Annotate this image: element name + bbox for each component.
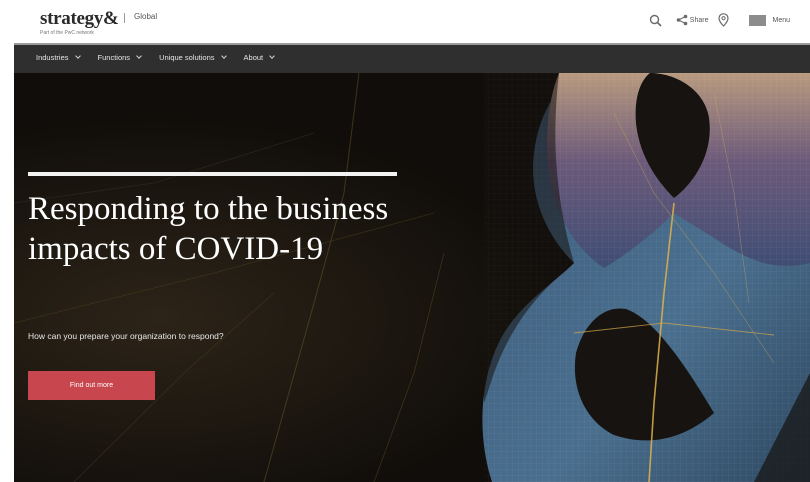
menu-button[interactable]: Menu — [749, 14, 790, 26]
nav-item-unique-solutions[interactable]: Unique solutions — [159, 53, 227, 62]
nav-item-label: Functions — [97, 53, 131, 62]
chevron-down-icon — [220, 53, 227, 59]
header-divider — [124, 13, 125, 23]
search-icon[interactable] — [649, 14, 662, 27]
menu-label: Menu — [772, 16, 790, 24]
page: strategy& Part of the PwC network Global — [0, 0, 810, 482]
share-button[interactable]: Share — [676, 14, 709, 26]
nav-item-label: About — [243, 53, 264, 62]
nav-item-about[interactable]: About — [244, 53, 275, 62]
nav-item-industries[interactable]: Industries — [36, 53, 81, 62]
share-icon — [676, 14, 688, 26]
nav-item-functions[interactable]: Functions — [98, 53, 142, 62]
chevron-down-icon — [269, 53, 275, 59]
nav-item-label: Industries — [36, 53, 69, 62]
hero-title: Responding to the business impacts of CO… — [28, 191, 389, 267]
brand[interactable]: strategy& Part of the PwC network — [40, 9, 119, 37]
hero-subtitle: How can you prepare your organization to… — [28, 331, 224, 341]
logo-tagline: Part of the PwC network — [40, 30, 94, 36]
hero-divider — [28, 172, 397, 176]
find-out-more-button[interactable]: Find out more — [28, 371, 155, 400]
nav-item-label: Unique solutions — [159, 53, 215, 62]
chevron-down-icon — [136, 53, 142, 59]
location-pin-icon[interactable] — [718, 13, 730, 27]
site-header: strategy& Part of the PwC network Global — [0, 0, 810, 43]
hero-banner: Responding to the business impacts of CO… — [14, 73, 810, 482]
region-selector[interactable]: Global — [134, 12, 157, 21]
share-label: Share — [689, 16, 709, 24]
hero-background-image — [14, 73, 810, 482]
main-nav: Industries Functions Unique solutions Ab… — [14, 43, 810, 73]
header-tools: Share Menu — [649, 10, 790, 30]
chevron-down-icon — [74, 53, 81, 59]
nav-items: Industries Functions Unique solutions Ab… — [36, 53, 275, 62]
strategy-logo[interactable]: strategy& — [40, 9, 119, 29]
hamburger-menu-icon — [749, 14, 767, 26]
